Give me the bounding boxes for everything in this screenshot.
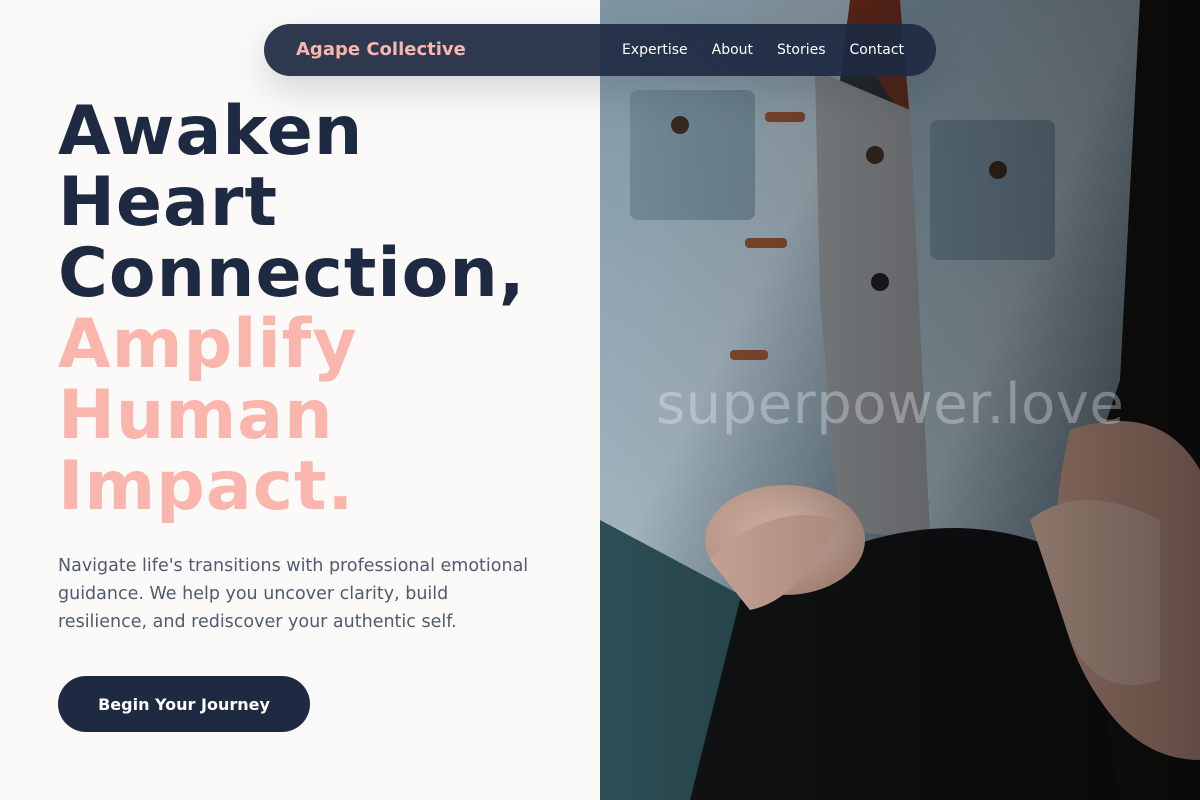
top-navbar: Agape Collective Expertise About Stories… — [264, 24, 936, 76]
begin-journey-button[interactable]: Begin Your Journey — [58, 676, 310, 732]
nav-link-expertise[interactable]: Expertise — [622, 42, 688, 58]
headline-accent-line: Amplify — [58, 305, 358, 384]
nav-link-contact[interactable]: Contact — [850, 42, 904, 58]
hero-description: Navigate life's transitions with profess… — [58, 556, 529, 632]
nav-link-stories[interactable]: Stories — [777, 42, 826, 58]
headline-accent-line: Human — [58, 376, 334, 455]
image-watermark: superpower.love — [656, 372, 1125, 437]
headline-line: Awaken — [58, 92, 364, 171]
hero-photo: superpower.love — [600, 0, 1200, 800]
brand-logo[interactable]: Agape Collective — [296, 24, 466, 76]
nav-link-about[interactable]: About — [712, 42, 753, 58]
headline-accent-line: Impact. — [58, 447, 355, 526]
hero-headline: Awaken Heart Connection, Amplify Human I… — [58, 96, 526, 522]
headline-line: Connection, — [58, 234, 526, 313]
hero-text-panel: Awaken Heart Connection, Amplify Human I… — [0, 0, 600, 800]
nav-links: Expertise About Stories Contact — [622, 24, 904, 76]
headline-line: Heart — [58, 163, 278, 242]
